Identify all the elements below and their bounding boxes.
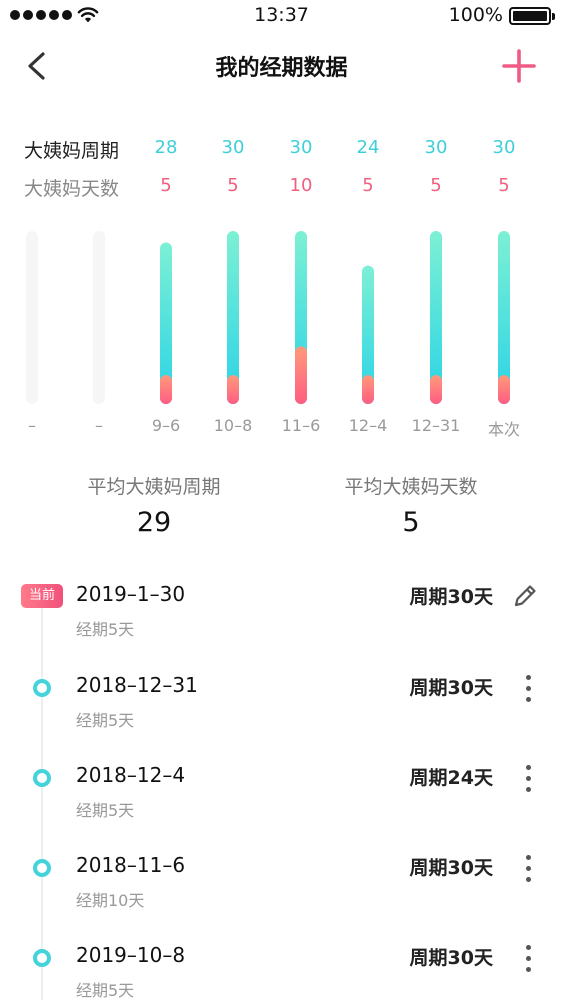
timeline-dot [33,949,51,967]
cycle-value: 28 [154,137,178,158]
record-duration: 经期10天 [76,891,145,910]
record-cycle: 周期30天 [409,677,493,699]
history-record[interactable]: 2018–11–6 经期10天 周期30天 [0,853,563,913]
cycle-value: 30 [221,137,245,158]
more-vertical-icon [519,675,537,702]
battery-icon [509,7,555,25]
cycle-value: 24 [356,137,380,158]
period-days-row: 大姨妈天数 5 5 10 5 5 5 [0,172,563,202]
current-badge: 当前 [21,584,63,608]
cycle-length-label: 大姨妈周期 [24,140,120,162]
history-record[interactable]: 2019–10–8 经期5天 周期30天 [0,943,563,1000]
x-tick-label: 12–4 [348,416,388,435]
x-tick-label: 11–6 [281,416,321,435]
cycle-value: 30 [492,137,516,158]
add-record-button[interactable] [499,46,539,86]
avg-cycle-value: 29 [136,507,172,538]
more-options-button[interactable] [519,943,537,973]
history-record[interactable]: 2018–12–31 经期5天 周期30天 [0,673,563,733]
history-record-current[interactable]: 当前 2019–1–30 经期5天 周期30天 [0,582,563,642]
period-days-bar [362,375,374,404]
record-cycle: 周期24天 [409,767,493,789]
record-date: 2018–12–4 [76,763,186,787]
period-days-bar [160,375,172,404]
cycle-length-row: 大姨妈周期 28 30 30 24 30 30 [0,134,563,164]
page-title: 我的经期数据 [215,56,348,81]
timeline-dot [33,769,51,787]
record-date: 2019–1–30 [76,582,186,606]
x-tick-label: 12–31 [411,416,461,435]
battery-percent: 100% [448,4,503,26]
record-duration: 经期5天 [76,620,135,639]
cycle-value: 30 [424,137,448,158]
history-record[interactable]: 2018–12–4 经期5天 周期24天 [0,763,563,823]
avg-cycle-label: 平均大姨妈周期 [87,476,221,498]
record-duration: 经期5天 [76,711,135,730]
record-duration: 经期5天 [76,801,135,820]
edit-button[interactable] [511,582,539,610]
empty-bar-track [93,231,105,404]
timeline-dot [33,859,51,877]
x-tick-label: – [28,416,36,435]
timeline-dot [33,679,51,697]
days-value: 5 [362,175,374,196]
days-value: 10 [289,175,313,196]
days-value: 5 [227,175,239,196]
nav-bar: 我的经期数据 [0,36,563,96]
days-value: 5 [498,175,510,196]
period-days-bar [227,375,239,404]
more-vertical-icon [519,855,537,882]
cycle-bars [26,231,510,404]
pencil-icon [514,585,536,607]
status-bar: 13:37 100% [0,0,563,32]
plus-icon [502,49,536,83]
more-options-button[interactable] [519,853,537,883]
x-tick-label: 9–6 [151,416,181,435]
record-cycle: 周期30天 [409,857,493,879]
cycle-value: 30 [289,137,313,158]
more-vertical-icon [519,765,537,792]
record-duration: 经期5天 [76,981,135,1000]
record-date: 2018–12–31 [76,673,198,697]
x-tick-label: 10–8 [213,416,253,435]
avg-days-label: 平均大姨妈天数 [344,476,478,498]
record-date: 2019–10–8 [76,943,186,967]
avg-days-value: 5 [402,507,420,538]
x-tick-label: 本次 [487,420,520,439]
record-cycle: 周期30天 [409,586,493,608]
period-days-bar [430,375,442,404]
days-value: 5 [430,175,442,196]
cycle-chart: – – 9–6 10–8 11–6 12–4 12–31 本次 [0,228,563,448]
record-date: 2018–11–6 [76,853,186,877]
record-cycle: 周期30天 [409,947,493,969]
x-tick-label: – [95,416,103,435]
period-days-bar [498,375,510,404]
days-value: 5 [160,175,172,196]
empty-bar-track [26,231,38,404]
period-days-label: 大姨妈天数 [24,178,120,200]
more-options-button[interactable] [519,673,537,703]
more-options-button[interactable] [519,763,537,793]
period-days-bar [295,346,307,404]
more-vertical-icon [519,945,537,972]
